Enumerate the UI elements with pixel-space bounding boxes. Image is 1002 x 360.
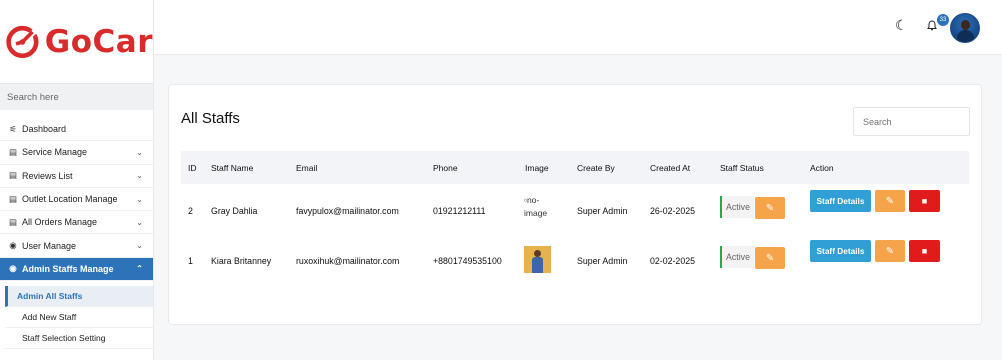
chevron-down-icon: ⌄	[136, 147, 143, 157]
chevron-up-icon: ⌃	[136, 264, 143, 274]
user-avatar[interactable]	[950, 13, 980, 43]
column-header-created-at[interactable]: Created At	[650, 163, 690, 173]
staff-list-card: All Staffs ID Staff Name Email Phone Ima…	[168, 84, 982, 325]
column-header-id[interactable]: ID	[188, 163, 197, 173]
submenu-item-staff-selection-setting[interactable]: Staff Selection Setting	[5, 328, 153, 349]
staff-details-button[interactable]: Staff Details	[810, 190, 871, 212]
sidebar-item-user-manage[interactable]: ◉ User Manage ⌄	[0, 234, 153, 258]
delete-staff-button[interactable]: ■	[909, 190, 940, 212]
sidebar-item-label: Dashboard	[22, 124, 67, 135]
column-header-phone[interactable]: Phone	[433, 163, 458, 173]
sidebar-item-label: Service Manage	[22, 147, 88, 158]
sidebar-item-label: Reviews List	[22, 170, 73, 181]
chevron-down-icon: ⌄	[136, 194, 143, 204]
brand-name: GoCar	[44, 23, 153, 60]
table-row: 2 Gray Dahlia favypulox@mailinator.com 0…	[181, 185, 969, 235]
table-header: ID Staff Name Email Phone Image Create B…	[181, 151, 969, 184]
staff-created-by: Super Admin	[577, 206, 628, 216]
delete-staff-button[interactable]: ■	[909, 240, 940, 262]
column-header-create-by[interactable]: Create By	[577, 163, 615, 173]
column-header-action: Action	[810, 163, 834, 173]
staff-search-input[interactable]	[853, 107, 970, 136]
sidebar-item-label: All Orders Manage	[22, 217, 98, 228]
sidebar-item-label: Outlet Location Manage	[22, 194, 118, 205]
sidebar-item-outlet-location-manage[interactable]: ▤ Outlet Location Manage ⌄	[0, 188, 153, 212]
gocar-logo-icon	[6, 25, 39, 58]
submenu-item-add-new-staff[interactable]: Add New Staff	[5, 307, 153, 328]
column-header-staff-name[interactable]: Staff Name	[211, 163, 253, 173]
column-header-email[interactable]: Email	[296, 163, 317, 173]
staff-photo	[524, 246, 551, 273]
topbar: ☾ 33	[154, 0, 1002, 55]
staff-name: Kiara Britanney	[211, 256, 272, 266]
page-title: All Staffs	[181, 110, 240, 127]
moon-icon[interactable]: ☾	[895, 17, 908, 34]
table-icon: ▤	[8, 216, 18, 227]
staff-id: 1	[188, 256, 193, 266]
staff-id: 2	[188, 206, 193, 216]
table-icon: ▤	[8, 193, 18, 204]
edit-square-icon: ✎	[765, 202, 775, 214]
admin-staffs-submenu: Admin All Staffs Add New Staff Staff Sel…	[0, 281, 153, 349]
staff-image-alt: no-image	[524, 195, 548, 218]
staff-email: ruxoxihuk@mailinator.com	[296, 256, 400, 266]
staff-email: favypulox@mailinator.com	[296, 206, 399, 216]
staff-phone: +8801749535100	[433, 256, 502, 266]
brand-logo[interactable]: GoCar	[0, 0, 153, 84]
sidebar-item-label: User Manage	[22, 240, 77, 251]
bell-icon[interactable]	[927, 20, 937, 34]
edit-staff-button[interactable]: ✎	[875, 240, 905, 262]
staff-name: Gray Dahlia	[211, 206, 258, 216]
sidebar-search-input[interactable]: Search here	[0, 84, 153, 110]
status-edit-button[interactable]: ✎	[755, 197, 785, 219]
staff-created-at: 26-02-2025	[650, 206, 695, 216]
notification-count-badge: 33	[937, 14, 949, 26]
column-header-image[interactable]: Image	[525, 163, 549, 173]
status-badge: Active	[720, 246, 754, 268]
sidebar-item-label: Admin Staffs Manage	[22, 263, 114, 274]
staff-details-button[interactable]: Staff Details	[810, 240, 871, 262]
dashboard-icon: ⚟	[9, 123, 17, 134]
staff-created-by: Super Admin	[577, 256, 628, 266]
user-circle-icon: ◉	[9, 240, 17, 251]
chevron-down-icon: ⌄	[136, 241, 143, 251]
sidebar-item-admin-staffs-manage[interactable]: ◉ Admin Staffs Manage ⌃	[0, 257, 153, 281]
sidebar-item-service-manage[interactable]: ▤ Service Manage ⌄	[0, 141, 153, 165]
trash-icon: ■	[921, 246, 928, 256]
staff-image-broken: ▫no-image	[524, 194, 558, 220]
sidebar-item-all-orders-manage[interactable]: ▤ All Orders Manage ⌄	[0, 211, 153, 235]
sidebar-item-reviews-list[interactable]: ▤ Reviews List ⌄	[0, 165, 153, 188]
pencil-icon: ✎	[885, 245, 895, 257]
staff-created-at: 02-02-2025	[650, 256, 695, 266]
trash-icon: ■	[921, 196, 928, 206]
chevron-down-icon: ⌄	[136, 217, 143, 227]
submenu-item-admin-all-staffs[interactable]: Admin All Staffs	[5, 285, 153, 307]
table-row: 1 Kiara Britanney ruxoxihuk@mailinator.c…	[181, 235, 969, 285]
sidebar-item-dashboard[interactable]: ⚟ Dashboard	[0, 118, 153, 142]
table-icon: ▤	[8, 170, 18, 181]
edit-square-icon: ✎	[765, 252, 775, 264]
column-header-staff-status[interactable]: Staff Status	[720, 163, 764, 173]
sidebar: GoCar Search here ⚟ Dashboard ▤ Service …	[0, 0, 154, 360]
status-edit-button[interactable]: ✎	[755, 247, 785, 269]
table-icon: ▤	[8, 146, 18, 157]
pencil-icon: ✎	[885, 195, 895, 207]
sidebar-menu: ⚟ Dashboard ▤ Service Manage ⌄ ▤ Reviews…	[0, 118, 153, 349]
chevron-down-icon: ⌄	[136, 171, 143, 181]
edit-staff-button[interactable]: ✎	[875, 190, 905, 212]
status-badge: Active	[720, 196, 754, 218]
user-circle-icon: ◉	[9, 263, 17, 274]
staff-phone: 01921212111	[433, 206, 486, 216]
